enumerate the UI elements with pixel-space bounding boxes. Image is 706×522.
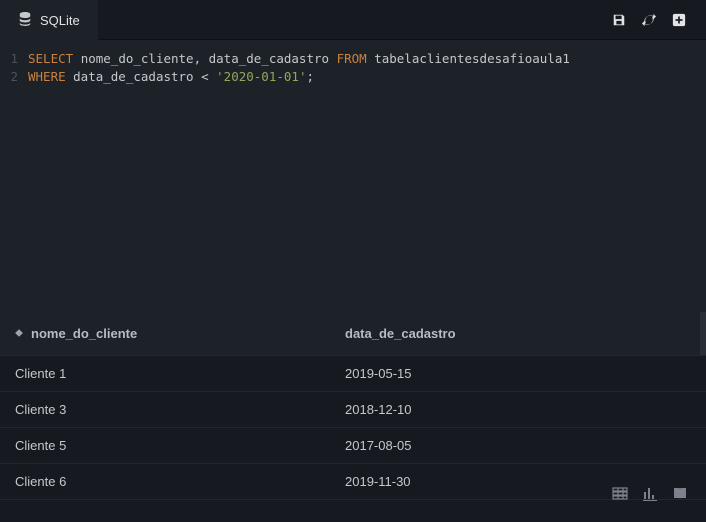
tab-sqlite[interactable]: SQLite xyxy=(0,0,98,40)
add-icon[interactable] xyxy=(672,13,686,27)
refresh-icon[interactable] xyxy=(642,13,656,27)
code-text: WHERE data_de_cadastro < '2020-01-01'; xyxy=(28,68,314,86)
table-row[interactable]: Cliente 52017-08-05 xyxy=(0,428,706,464)
results-table: ⯁ nome_do_cliente data_de_cadastro Clien… xyxy=(0,312,706,500)
line-number: 1 xyxy=(0,50,28,68)
toolbar-actions xyxy=(612,13,706,27)
column-label: data_de_cadastro xyxy=(345,326,456,341)
code-line: 2WHERE data_de_cadastro < '2020-01-01'; xyxy=(0,68,706,86)
table-view-icon[interactable] xyxy=(612,486,628,502)
table-row[interactable]: Cliente 12019-05-15 xyxy=(0,356,706,392)
table-header: ⯁ nome_do_cliente data_de_cadastro xyxy=(0,312,706,356)
column-label: nome_do_cliente xyxy=(31,326,137,341)
cell: Cliente 5 xyxy=(15,438,345,453)
sql-editor[interactable]: 1SELECT nome_do_cliente, data_de_cadastr… xyxy=(0,40,706,312)
chart-view-icon[interactable] xyxy=(642,486,658,502)
cell: 2017-08-05 xyxy=(345,438,706,453)
view-switcher xyxy=(612,486,688,502)
table-row[interactable]: Cliente 62019-11-30 xyxy=(0,464,706,500)
cell: Cliente 3 xyxy=(15,402,345,417)
code-line: 1SELECT nome_do_cliente, data_de_cadastr… xyxy=(0,50,706,68)
line-number: 2 xyxy=(0,68,28,86)
cell: 2018-12-10 xyxy=(345,402,706,417)
column-header[interactable]: data_de_cadastro xyxy=(345,326,706,341)
save-icon[interactable] xyxy=(612,13,626,27)
database-icon xyxy=(18,12,32,29)
code-text: SELECT nome_do_cliente, data_de_cadastro… xyxy=(28,50,570,68)
table-row[interactable]: Cliente 32018-12-10 xyxy=(0,392,706,428)
book-view-icon[interactable] xyxy=(672,486,688,502)
tab-label: SQLite xyxy=(40,13,80,28)
column-header[interactable]: ⯁ nome_do_cliente xyxy=(15,326,345,341)
cell: Cliente 1 xyxy=(15,366,345,381)
sort-icon: ⯁ xyxy=(15,329,23,340)
cell: 2019-05-15 xyxy=(345,366,706,381)
cell: Cliente 6 xyxy=(15,474,345,489)
tab-bar: SQLite xyxy=(0,0,706,40)
